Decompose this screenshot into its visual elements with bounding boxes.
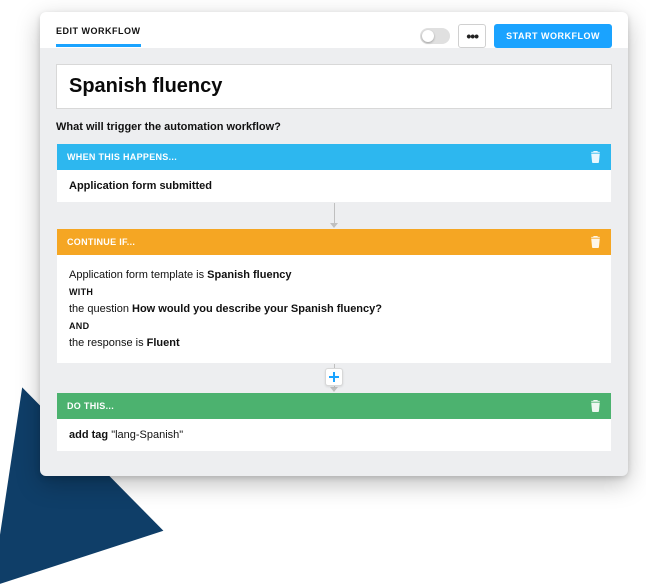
cond-line2-value: How would you describe your Spanish flue… (132, 303, 382, 315)
toggle-knob (422, 30, 434, 42)
enable-toggle[interactable] (420, 28, 450, 44)
cond-line2-prefix: the question (69, 303, 132, 315)
connector-with-add (56, 364, 612, 392)
trash-icon[interactable] (590, 400, 601, 412)
trigger-header[interactable]: WHEN THIS HAPPENS... (57, 144, 611, 170)
add-step-button[interactable] (325, 368, 343, 386)
workflow-content: Spanish fluency What will trigger the au… (40, 48, 628, 452)
action-label: add tag (69, 429, 108, 441)
action-block: DO THIS... add tag "lang-Spanish" (56, 392, 612, 452)
start-workflow-button[interactable]: START WORKFLOW (494, 24, 612, 48)
cond-line3-value: Fluent (147, 337, 180, 349)
trash-icon[interactable] (590, 236, 601, 248)
trash-icon[interactable] (590, 151, 601, 163)
condition-body[interactable]: Application form template is Spanish flu… (57, 255, 611, 363)
trigger-prompt: What will trigger the automation workflo… (56, 121, 612, 133)
trigger-block: WHEN THIS HAPPENS... Application form su… (56, 143, 612, 203)
condition-block: CONTINUE IF... Application form template… (56, 228, 612, 364)
workflow-editor-panel: EDIT WORKFLOW ••• START WORKFLOW Spanish… (40, 12, 628, 476)
trigger-body[interactable]: Application form submitted (57, 170, 611, 202)
action-header[interactable]: DO THIS... (57, 393, 611, 419)
connector-arrow (56, 203, 612, 228)
workflow-title-input[interactable]: Spanish fluency (56, 64, 612, 109)
action-header-label: DO THIS... (67, 401, 114, 411)
condition-header-label: CONTINUE IF... (67, 237, 135, 247)
trigger-header-label: WHEN THIS HAPPENS... (67, 152, 177, 162)
plus-icon (329, 372, 339, 382)
top-bar: EDIT WORKFLOW ••• START WORKFLOW (40, 12, 628, 48)
cond-line3-prefix: the response is (69, 337, 147, 349)
cond-line1-value: Spanish fluency (207, 269, 291, 281)
cond-with: WITH (69, 287, 599, 297)
trigger-text: Application form submitted (69, 180, 212, 192)
action-value: "lang-Spanish" (111, 429, 183, 441)
cond-line1-prefix: Application form template is (69, 269, 207, 281)
more-menu-button[interactable]: ••• (458, 24, 486, 48)
cond-and: AND (69, 321, 599, 331)
condition-header[interactable]: CONTINUE IF... (57, 229, 611, 255)
action-body[interactable]: add tag "lang-Spanish" (57, 419, 611, 451)
tab-edit-workflow[interactable]: EDIT WORKFLOW (56, 26, 141, 47)
